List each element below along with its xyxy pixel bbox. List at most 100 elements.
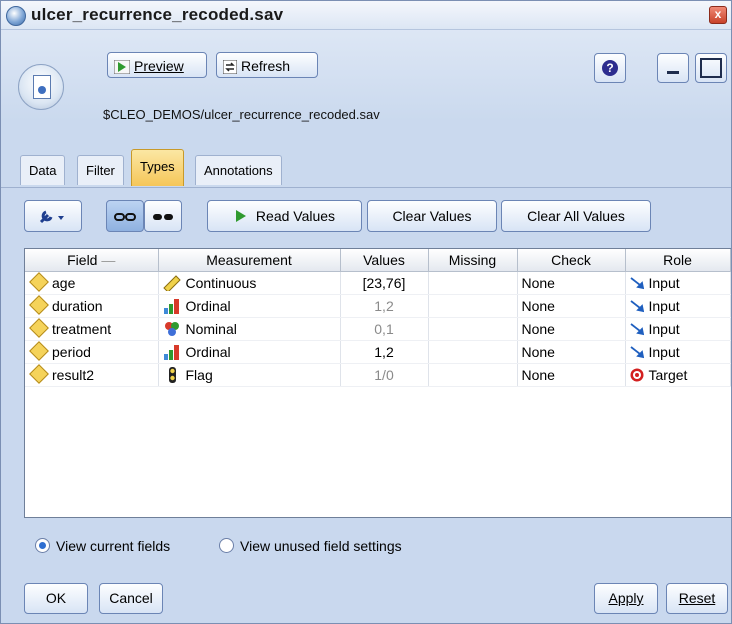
input-arrow-icon	[629, 277, 644, 290]
column-header-values[interactable]: Values	[340, 249, 429, 272]
table-row[interactable]: age Continuous [23,76] None Input	[25, 271, 731, 295]
check-cell[interactable]: None	[517, 294, 626, 318]
field-cell[interactable]: duration	[25, 294, 159, 318]
table-row[interactable]: period Ordinal 1,2 None Input	[25, 340, 731, 364]
input-arrow-icon	[629, 323, 644, 336]
minimize-button[interactable]	[657, 53, 689, 83]
table-row[interactable]: duration Ordinal 1,2 None Input	[25, 294, 731, 318]
maximize-button[interactable]	[695, 53, 727, 83]
ordinal-bars-icon	[163, 299, 179, 314]
link-icon	[114, 213, 136, 222]
ordinal-bars-icon	[163, 345, 179, 360]
unlink-icon	[153, 214, 173, 221]
measurement-cell[interactable]: Ordinal	[158, 340, 341, 364]
type-node-dialog: ulcer_recurrence_recoded.sav x Preview R…	[0, 0, 732, 624]
refresh-button[interactable]: Refresh	[216, 52, 318, 78]
clear-all-values-button[interactable]: Clear All Values	[501, 200, 651, 232]
unlink-button[interactable]	[144, 200, 182, 232]
file-path: $CLEO_DEMOS/ulcer_recurrence_recoded.sav	[103, 107, 380, 122]
window-title: ulcer_recurrence_recoded.sav	[31, 5, 284, 24]
ok-button[interactable]: OK	[24, 583, 88, 614]
read-values-button[interactable]: Read Values	[207, 200, 362, 232]
cancel-button[interactable]: Cancel	[99, 583, 163, 614]
column-header-missing[interactable]: Missing	[428, 249, 518, 272]
values-cell[interactable]: 1,2	[340, 294, 429, 318]
role-cell[interactable]: Input	[625, 271, 731, 295]
nominal-circles-icon	[164, 322, 179, 336]
values-cell[interactable]: 0,1	[340, 317, 429, 341]
target-icon	[630, 368, 643, 382]
measurement-cell[interactable]: Continuous	[158, 271, 341, 295]
read-values-label: Read Values	[255, 208, 336, 224]
view-unused-fields-label: View unused field settings	[240, 538, 402, 554]
view-unused-fields-option[interactable]: View unused field settings	[219, 538, 402, 554]
table-header-row: Field — Measurement Values Missing Check…	[25, 249, 731, 272]
missing-cell[interactable]	[428, 294, 518, 318]
values-cell[interactable]: 1,2	[340, 340, 429, 364]
missing-cell[interactable]	[428, 363, 518, 387]
values-cell[interactable]: 1/0	[340, 363, 429, 387]
flag-icon	[168, 367, 176, 383]
column-header-field[interactable]: Field —	[25, 249, 159, 272]
source-node-icon	[18, 64, 64, 110]
radio-selected[interactable]	[35, 538, 50, 553]
measurement-cell[interactable]: Ordinal	[158, 294, 341, 318]
role-cell[interactable]: Target	[625, 363, 731, 387]
refresh-icon	[223, 60, 237, 75]
field-cell[interactable]: treatment	[25, 317, 159, 341]
view-current-fields-label: View current fields	[56, 538, 171, 554]
missing-cell[interactable]	[428, 317, 518, 341]
tools-dropdown-button[interactable]	[24, 200, 82, 232]
measurement-cell[interactable]: Nominal	[158, 317, 341, 341]
field-type-icon	[29, 272, 49, 292]
view-current-fields-option[interactable]: View current fields	[35, 538, 170, 554]
play-icon	[235, 210, 246, 222]
check-cell[interactable]: None	[517, 340, 626, 364]
column-header-check[interactable]: Check	[517, 249, 626, 272]
role-cell[interactable]: Input	[625, 294, 731, 318]
preview-label: Preview	[134, 58, 184, 74]
tab-annotations[interactable]: Annotations	[195, 155, 282, 185]
radio-unselected[interactable]	[219, 538, 234, 553]
title-bar[interactable]: ulcer_recurrence_recoded.sav x	[1, 1, 731, 30]
tab-data[interactable]: Data	[20, 155, 66, 185]
column-header-measurement[interactable]: Measurement	[158, 249, 341, 272]
field-type-icon	[29, 295, 49, 315]
preview-button[interactable]: Preview	[107, 52, 207, 78]
field-type-icon	[29, 364, 49, 384]
field-cell[interactable]: period	[25, 340, 159, 364]
table-row[interactable]: treatment Nominal 0,1 None Input	[25, 317, 731, 341]
input-arrow-icon	[629, 346, 644, 359]
tab-filter[interactable]: Filter	[77, 155, 124, 185]
field-type-icon	[29, 341, 49, 361]
missing-cell[interactable]	[428, 271, 518, 295]
continuous-ruler-icon	[162, 275, 181, 291]
close-button[interactable]: x	[709, 6, 727, 24]
types-table[interactable]: Field — Measurement Values Missing Check…	[24, 248, 731, 518]
apply-button[interactable]: Apply	[594, 583, 658, 614]
role-cell[interactable]: Input	[625, 317, 731, 341]
missing-cell[interactable]	[428, 340, 518, 364]
field-cell[interactable]: result2	[25, 363, 159, 387]
values-cell[interactable]: [23,76]	[340, 271, 429, 295]
link-button[interactable]	[106, 200, 144, 232]
check-cell[interactable]: None	[517, 317, 626, 341]
help-icon: ?	[602, 60, 618, 76]
maximize-icon	[700, 58, 722, 78]
column-header-role[interactable]: Role	[625, 249, 731, 272]
input-arrow-icon	[629, 300, 644, 313]
check-cell[interactable]: None	[517, 363, 626, 387]
reset-button[interactable]: Reset	[666, 583, 728, 614]
table-row[interactable]: result2 Flag 1/0 None Target	[25, 363, 731, 387]
clear-values-button[interactable]: Clear Values	[367, 200, 497, 232]
measurement-cell[interactable]: Flag	[158, 363, 341, 387]
refresh-label: Refresh	[241, 58, 291, 74]
minimize-icon	[667, 71, 679, 74]
field-cell[interactable]: age	[25, 271, 159, 295]
tab-types[interactable]: Types	[131, 149, 184, 186]
help-button[interactable]: ?	[594, 53, 626, 83]
preview-icon	[114, 60, 130, 75]
role-cell[interactable]: Input	[625, 340, 731, 364]
tab-bar: Data Filter Types Annotations	[1, 149, 731, 187]
check-cell[interactable]: None	[517, 271, 626, 295]
